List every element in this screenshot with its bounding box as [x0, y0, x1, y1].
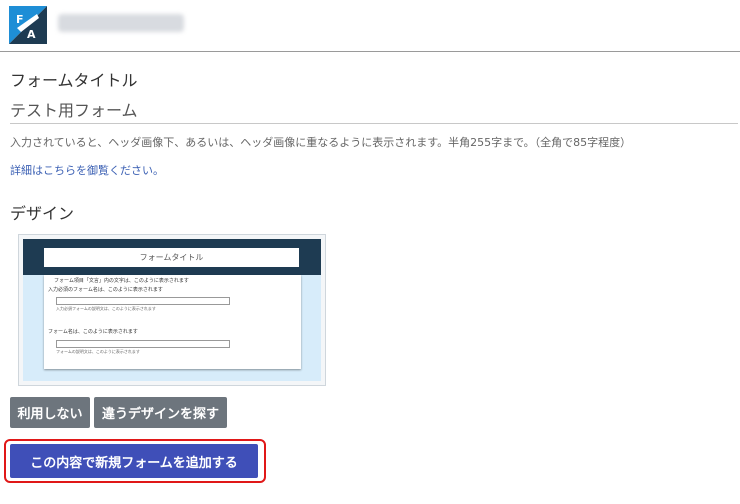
- details-link[interactable]: 詳細はこちらを御覧ください。: [10, 162, 164, 178]
- preview-field-label: フォーム名は、このように表示されます: [48, 329, 138, 335]
- other-design-button[interactable]: 違うデザインを探す: [94, 397, 227, 428]
- preview-field-input: [56, 340, 230, 348]
- no-use-button[interactable]: 利用しない: [10, 397, 90, 428]
- preview-text-line: フォーム項目「文言」内の文字は、このように表示されます: [54, 278, 189, 284]
- app-header: F A: [0, 0, 740, 52]
- design-label: デザイン: [10, 204, 75, 223]
- preview-form-title: フォームタイトル: [44, 248, 299, 267]
- user-account-blurred: [58, 14, 184, 32]
- svg-text:F: F: [16, 13, 24, 26]
- preview-required-help: 入力必須フォームの説明文は、このように表示されます: [56, 306, 156, 311]
- design-preview[interactable]: フォームタイトル フォーム項目「文言」内の文字は、このように表示されます 入力必…: [18, 234, 326, 386]
- preview-form-card: フォーム項目「文言」内の文字は、このように表示されます 入力必須のフォーム名は、…: [44, 275, 301, 369]
- form-title-value[interactable]: テスト用フォーム: [10, 97, 738, 124]
- form-title-description: 入力されていると、ヘッダ画像下、あるいは、ヘッダ画像に重なるように表示されます。…: [10, 136, 632, 149]
- svg-text:A: A: [27, 28, 36, 41]
- add-form-button[interactable]: この内容で新規フォームを追加する: [10, 444, 258, 478]
- preview-required-label: 入力必須のフォーム名は、このように表示されます: [48, 287, 163, 293]
- design-preview-canvas: フォームタイトル フォーム項目「文言」内の文字は、このように表示されます 入力必…: [23, 239, 321, 381]
- formassist-logo-icon[interactable]: F A: [9, 6, 47, 44]
- preview-required-input: [56, 297, 230, 305]
- form-title-label: フォームタイトル: [10, 71, 138, 90]
- preview-field-help: フォームの説明文は、このように表示されます: [56, 349, 140, 354]
